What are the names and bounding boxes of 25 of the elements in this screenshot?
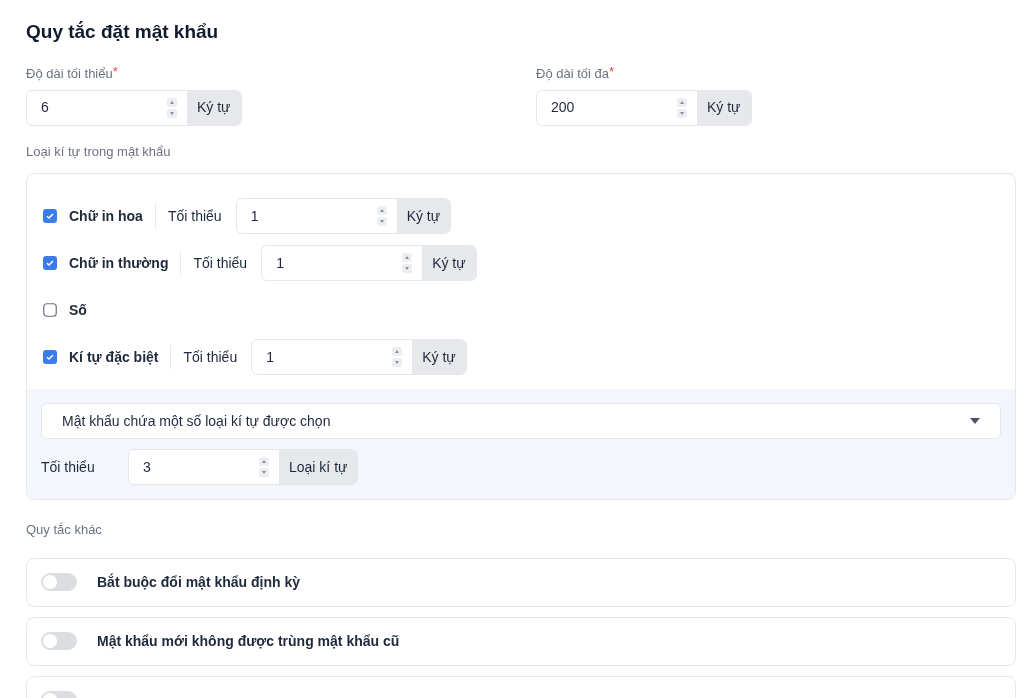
checkbox[interactable] xyxy=(43,350,57,364)
min-label: Tối thiểu xyxy=(41,457,96,477)
mode-select[interactable]: Mật khẩu chứa một số loại kí tự được chọn xyxy=(41,403,1001,439)
section-title: Quy tắc đặt mật khẩu xyxy=(26,20,220,44)
checkbox[interactable] xyxy=(43,256,57,270)
field-label: Độ dài tối thiểu xyxy=(26,65,113,83)
required-mark: * xyxy=(112,64,118,80)
rule-label: Bắt buộc đổi mật khẩu định kỳ xyxy=(97,572,301,592)
group-label: Quy tắc khác xyxy=(26,521,103,539)
min-label: Tối thiểu xyxy=(167,206,222,226)
char-type-label: Chữ in hoa xyxy=(69,206,143,226)
field-label: Độ dài tối đa xyxy=(536,65,609,83)
char-type-label: Kí tự đặc biệt xyxy=(69,347,159,367)
char-type-label: Số xyxy=(69,300,87,320)
group-label: Loại kí tự trong mật khẩu xyxy=(26,142,172,161)
dropdown-caret-icon xyxy=(970,418,980,424)
checkbox[interactable] xyxy=(43,209,57,223)
rule-label: Mật khẩu mới không được trùng mật khẩu cũ xyxy=(97,631,400,651)
required-mark: * xyxy=(609,64,615,80)
min-label: Tối thiểu xyxy=(183,347,238,367)
min-label: Tối thiểu xyxy=(193,253,248,273)
char-type-label: Chữ in thường xyxy=(69,253,169,273)
toggle-switch[interactable] xyxy=(41,632,77,650)
toggle-switch[interactable] xyxy=(41,573,77,591)
checkbox[interactable] xyxy=(43,303,57,317)
